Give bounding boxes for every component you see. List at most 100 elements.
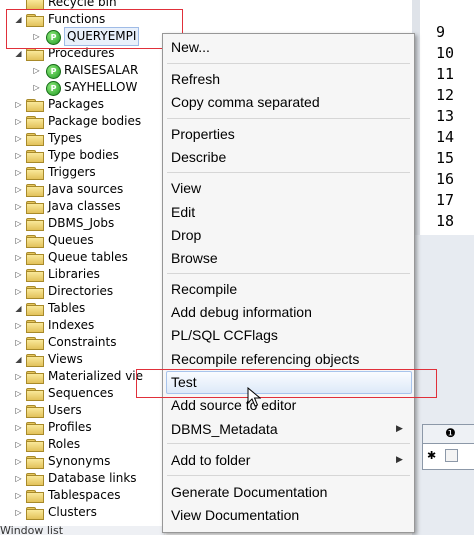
grid-checkbox[interactable] <box>445 449 458 462</box>
tree-item[interactable]: ▷ Types <box>0 130 165 147</box>
tree-item[interactable]: ▷ Clusters <box>0 504 165 521</box>
folder-icon <box>26 337 44 350</box>
collapse-arrow-icon[interactable]: ◢ <box>14 355 23 364</box>
tree-item-label: Database links <box>48 471 137 485</box>
expand-arrow-icon[interactable]: ▷ <box>14 389 23 398</box>
tree-item[interactable]: ▷ Queue tables <box>0 249 165 266</box>
expand-arrow-icon[interactable]: ▷ <box>14 253 23 262</box>
expand-arrow-icon[interactable]: ▷ <box>14 100 23 109</box>
expand-arrow-icon[interactable]: ▷ <box>14 440 23 449</box>
tree-item[interactable]: ▷ Type bodies <box>0 147 165 164</box>
expand-arrow-icon[interactable]: ▷ <box>14 185 23 194</box>
expand-arrow-icon[interactable]: ▷ <box>14 270 23 279</box>
expand-arrow-icon[interactable]: ▷ <box>32 66 41 75</box>
menu-item-recompile-referencing-objects[interactable]: Recompile referencing objects <box>171 349 359 370</box>
tree-item[interactable]: ▷ Constraints <box>0 334 165 351</box>
tree-item[interactable]: ▷ DBMS_Jobs <box>0 215 165 232</box>
expand-arrow-icon[interactable]: ▷ <box>14 202 23 211</box>
line-number: 17 <box>436 191 455 209</box>
expand-arrow-icon[interactable]: ▷ <box>14 508 23 517</box>
grid-header-icon: ❶ <box>445 426 456 440</box>
tree-item[interactable]: ▷ Database links <box>0 470 165 487</box>
context-menu: New... Refresh Copy comma separated Propert… <box>162 33 415 533</box>
menu-item-browse[interactable]: Browse <box>171 248 218 269</box>
line-number: 14 <box>436 128 455 146</box>
tree-item[interactable]: ◢ Views <box>0 351 165 368</box>
tree-item-label: DBMS_Jobs <box>48 216 115 230</box>
tree-item-label: Sequences <box>48 386 114 400</box>
tree-item[interactable]: ▷ Triggers <box>0 164 165 181</box>
menu-item-dbms-metadata[interactable]: DBMS_Metadata <box>171 419 278 440</box>
expand-arrow-icon[interactable]: ▷ <box>14 423 23 432</box>
tree-item-label: Java sources <box>48 182 124 196</box>
folder-icon <box>26 167 44 180</box>
expand-arrow-icon[interactable]: ▷ <box>14 457 23 466</box>
menu-item-add-source-to-editor[interactable]: Add source to editor <box>171 395 296 416</box>
line-number: 16 <box>436 170 455 188</box>
tree-item-label: Directories <box>48 284 114 298</box>
expand-arrow-icon[interactable]: ▷ <box>14 491 23 500</box>
expand-arrow-icon[interactable]: ▷ <box>14 236 23 245</box>
tree-item[interactable]: ▷ Packages <box>0 96 165 113</box>
expand-arrow-icon[interactable]: ▷ <box>14 134 23 143</box>
tree-item[interactable]: ▷ Tablespaces <box>0 487 165 504</box>
tree-item[interactable]: ▷ Roles <box>0 436 165 453</box>
menu-item-edit[interactable]: Edit <box>171 202 195 223</box>
tree-item[interactable]: ▷ Java sources <box>0 181 165 198</box>
window-list-tab[interactable]: Window list <box>0 526 165 535</box>
tree-item[interactable]: ▷ Libraries <box>0 266 165 283</box>
tree-item[interactable]: ◢ Tables <box>0 300 165 317</box>
menu-item-view-documentation[interactable]: View Documentation <box>171 505 299 526</box>
tree-item[interactable]: ▷ Profiles <box>0 419 165 436</box>
menu-item-copy-comma-separated[interactable]: Copy comma separated <box>171 92 320 113</box>
expand-arrow-icon[interactable]: ▷ <box>14 321 23 330</box>
expand-arrow-icon[interactable]: ▷ <box>32 83 41 92</box>
tree-item-label: Java classes <box>48 199 121 213</box>
menu-item-pl-sql-ccflags[interactable]: PL/SQL CCFlags <box>171 325 278 346</box>
menu-item-new[interactable]: New... <box>171 37 210 58</box>
tree-item[interactable]: ▷ Package bodies <box>0 113 165 130</box>
menu-item-drop[interactable]: Drop <box>171 225 201 246</box>
grid-row[interactable]: ✱ <box>423 444 474 468</box>
menu-item-properties[interactable]: Properties <box>171 124 235 145</box>
tree-item[interactable]: ▷ Users <box>0 402 165 419</box>
tree-item[interactable]: ▷ Queues <box>0 232 165 249</box>
tree-item-label: RAISESALAR <box>64 63 139 77</box>
menu-item-refresh[interactable]: Refresh <box>171 69 220 90</box>
expand-arrow-icon[interactable]: ▷ <box>14 287 23 296</box>
tree-item[interactable]: ▷ Indexes <box>0 317 165 334</box>
results-grid[interactable]: ❶ ✱ <box>422 424 474 470</box>
submenu-arrow-icon: ▶ <box>396 424 403 434</box>
tree-item[interactable]: ▷ Directories <box>0 283 165 300</box>
tree-item[interactable]: ▷ P RAISESALAR <box>0 62 165 79</box>
tree-item[interactable]: ▷ P SAYHELLOW <box>0 79 165 96</box>
menu-item-add-to-folder[interactable]: Add to folder <box>171 450 250 471</box>
expand-arrow-icon[interactable]: ▷ <box>14 372 23 381</box>
expand-arrow-icon[interactable]: ▷ <box>14 219 23 228</box>
folder-icon <box>26 405 44 418</box>
menu-item-view[interactable]: View <box>171 178 201 199</box>
menu-item-add-debug-information[interactable]: Add debug information <box>171 302 312 323</box>
expand-arrow-icon[interactable]: ▷ <box>14 117 23 126</box>
collapse-arrow-icon[interactable]: ◢ <box>14 49 23 58</box>
tree-item[interactable]: ▷ Synonyms <box>0 453 165 470</box>
expand-arrow-icon[interactable]: ▷ <box>14 338 23 347</box>
collapse-arrow-icon[interactable]: ◢ <box>14 304 23 313</box>
menu-item-describe[interactable]: Describe <box>171 147 226 168</box>
tree-item-label: SAYHELLOW <box>64 80 138 94</box>
menu-item-recompile[interactable]: Recompile <box>171 279 237 300</box>
menu-separator <box>167 443 410 444</box>
expand-arrow-icon[interactable]: ▷ <box>14 474 23 483</box>
expand-arrow-icon[interactable]: ▷ <box>14 406 23 415</box>
object-browser-tree: Recycle bin ◢ Functions ▷ P QUERYEMPI ◢ Procedu… <box>0 0 165 535</box>
tree-item-label: Profiles <box>48 420 92 434</box>
expand-arrow-icon[interactable]: ▷ <box>14 151 23 160</box>
tree-item[interactable]: ▷ Java classes <box>0 198 165 215</box>
line-number: 18 <box>436 212 455 230</box>
expand-arrow-icon[interactable]: ▷ <box>14 168 23 177</box>
folder-icon <box>26 303 44 316</box>
folder-icon <box>26 235 44 248</box>
menu-item-generate-documentation[interactable]: Generate Documentation <box>171 482 327 503</box>
folder-icon <box>26 184 44 197</box>
line-number: 13 <box>436 107 455 125</box>
